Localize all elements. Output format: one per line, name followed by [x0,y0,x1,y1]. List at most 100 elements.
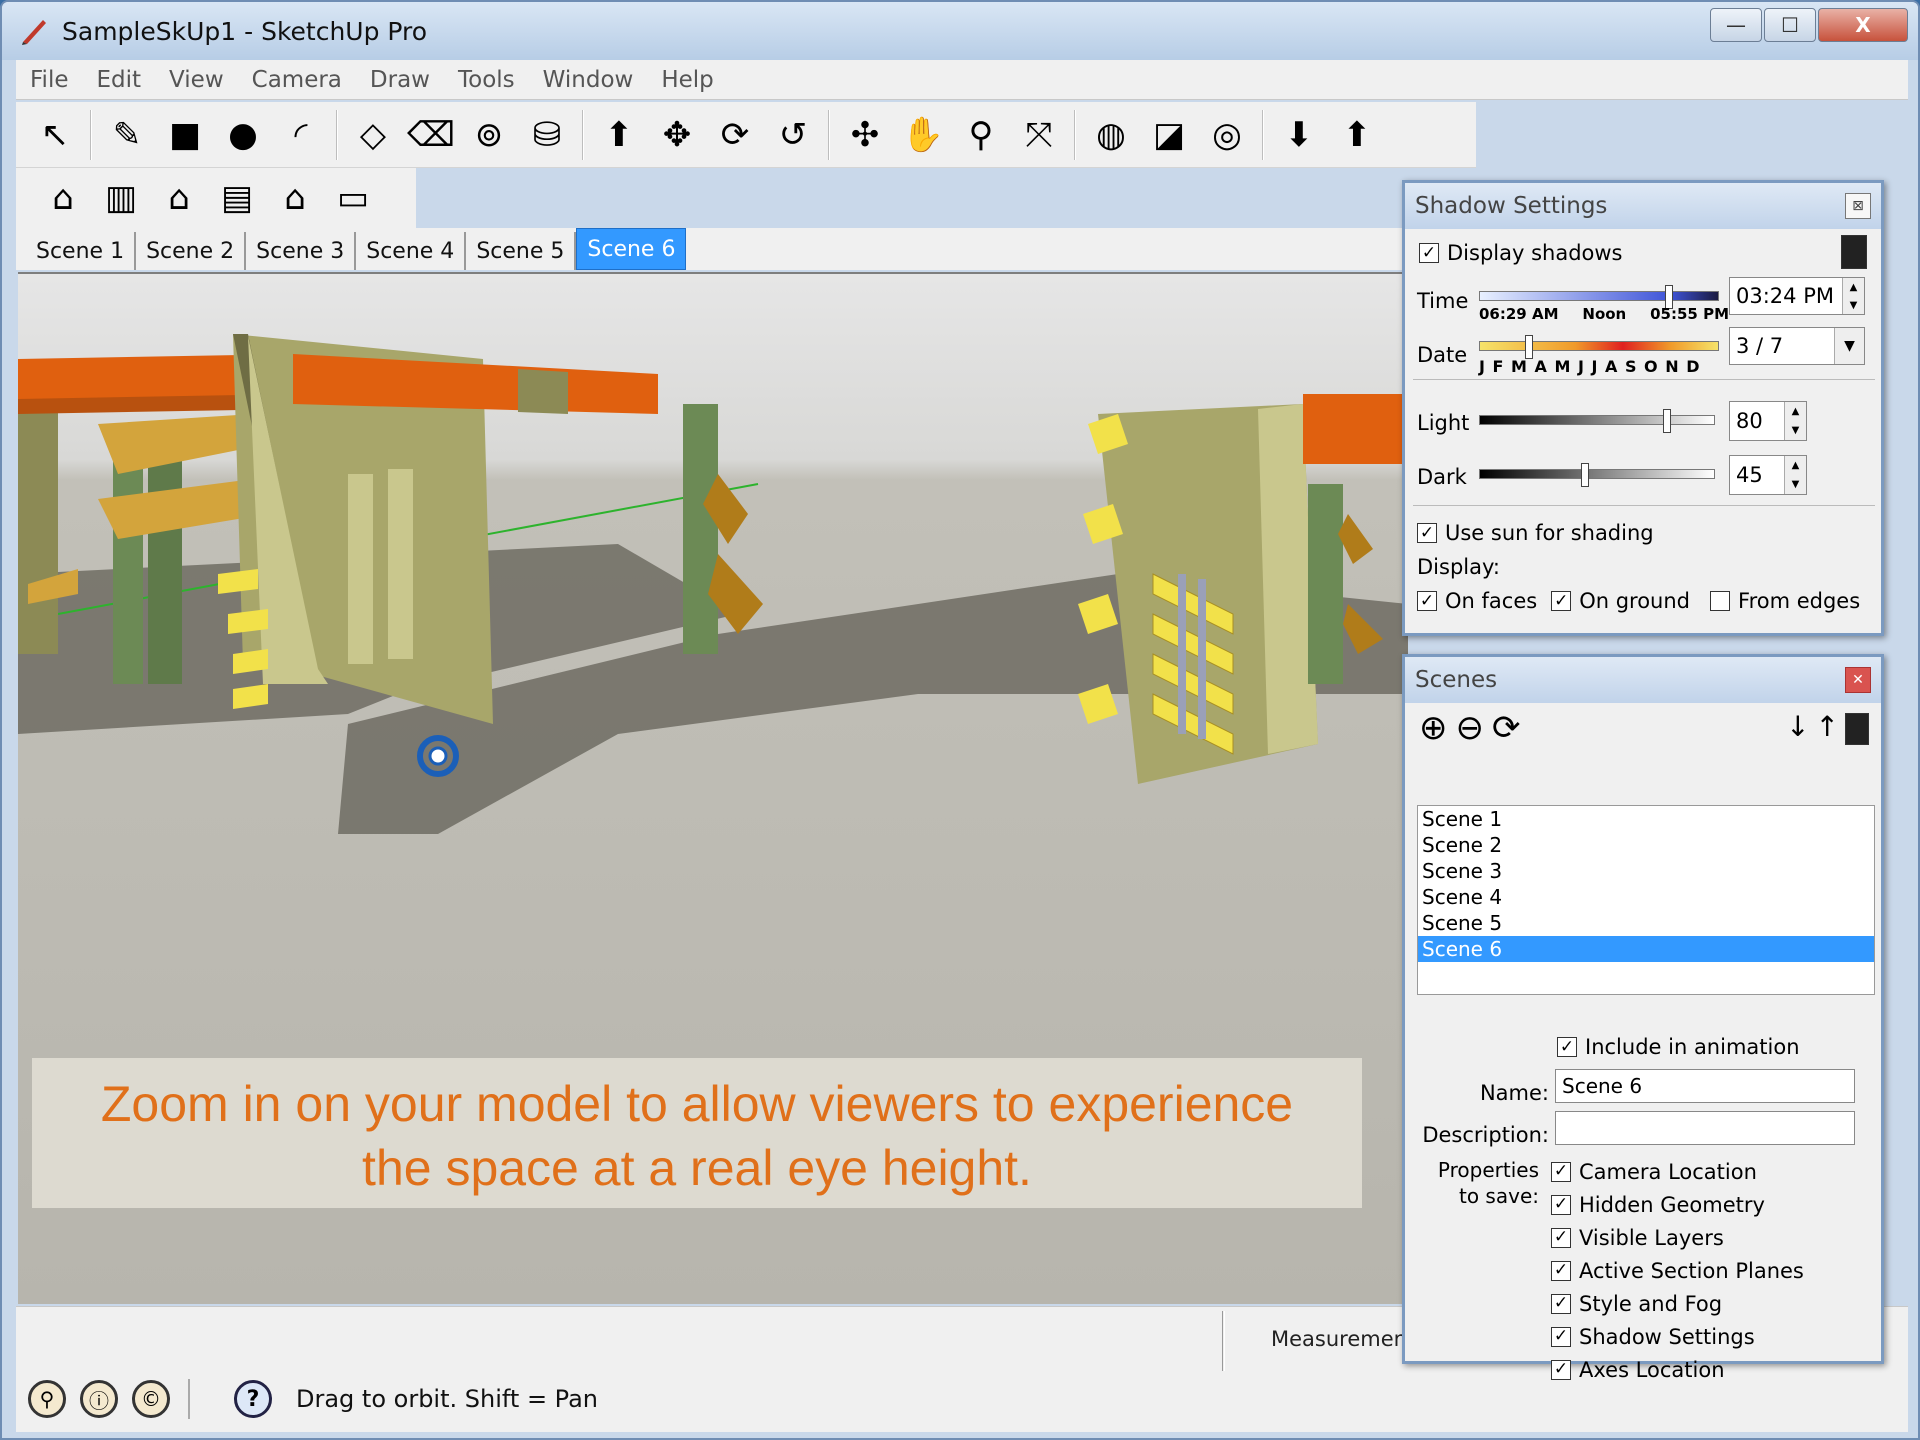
arc-tool-icon[interactable]: ◜ [272,106,330,164]
active-section-planes-checkbox[interactable]: ✓ [1551,1260,1571,1281]
orbit-tool-icon[interactable]: ✣ [836,106,894,164]
time-slider-track[interactable] [1479,291,1719,301]
time-spinner[interactable]: ▲ ▼ [1842,278,1864,314]
zoom-extents-icon[interactable]: ⤧ [1010,106,1068,164]
date-slider-track[interactable] [1479,341,1719,351]
paint-bucket-icon[interactable]: ⛁ [518,106,576,164]
earth-icon[interactable]: ◎ [1198,106,1256,164]
scenes-panel-close-icon[interactable]: ✕ [1845,667,1871,693]
toolbar-separator [828,109,830,160]
scene-description-input[interactable] [1555,1111,1855,1145]
date-slider-thumb[interactable] [1525,335,1533,359]
dark-spinner[interactable]: ▲ ▼ [1784,456,1806,494]
style-and-fog-checkbox[interactable]: ✓ [1551,1293,1571,1314]
share-component-icon[interactable]: ⬆ [1328,106,1386,164]
dark-field[interactable]: 45 ▲ ▼ [1729,455,1807,495]
menu-camera[interactable]: Camera [238,67,356,93]
left-view-icon[interactable]: ▭ [324,169,382,227]
add-scene-icon[interactable]: ⊕ [1419,711,1448,745]
menu-tools[interactable]: Tools [444,67,529,93]
push-pull-icon[interactable]: ⬆ [590,106,648,164]
list-item[interactable]: Scene 1 [1418,806,1874,832]
front-view-icon[interactable]: ⌂ [150,169,208,227]
move-scene-down-icon[interactable]: ↓ [1786,713,1809,745]
tape-measure-icon[interactable]: ⊚ [460,106,518,164]
from-edges-checkbox[interactable] [1710,591,1731,611]
iso-view-icon[interactable]: ⌂ [34,169,92,227]
visible-layers-checkbox[interactable]: ✓ [1551,1227,1571,1248]
menu-file[interactable]: File [16,67,83,93]
menu-edit[interactable]: Edit [83,67,156,93]
tab-scene-4[interactable]: Scene 4 [356,232,467,270]
update-scene-icon[interactable]: ⟳ [1492,711,1521,745]
chevron-down-icon[interactable]: ▼ [1834,328,1864,364]
get-models-icon[interactable]: ◍ [1082,106,1140,164]
list-item-selected[interactable]: Scene 6 [1418,936,1874,962]
camera-location-checkbox[interactable]: ✓ [1551,1161,1571,1182]
back-view-icon[interactable]: ⌂ [266,169,324,227]
zoom-tool-icon[interactable]: ⚲ [952,106,1010,164]
scene-name-input[interactable]: Scene 6 [1555,1069,1855,1103]
tab-scene-1[interactable]: Scene 1 [26,232,137,270]
move-scene-up-icon[interactable]: ↑ [1816,713,1839,745]
shadow-panel-titlebar[interactable]: Shadow Settings ⊠ [1405,183,1881,229]
eraser-tool-icon[interactable]: ⌫ [402,106,460,164]
remove-scene-icon[interactable]: ⊖ [1456,711,1485,745]
offset-tool-icon[interactable]: ↺ [764,106,822,164]
scenes-panel-title: Scenes [1415,667,1498,693]
close-button[interactable]: X [1818,8,1908,42]
share-model-icon[interactable]: ◪ [1140,106,1198,164]
list-item[interactable]: Scene 3 [1418,858,1874,884]
list-item[interactable]: Scene 2 [1418,832,1874,858]
hidden-geometry-checkbox[interactable]: ✓ [1551,1194,1571,1215]
tab-scene-6[interactable]: Scene 6 [576,228,687,270]
collapse-details-icon[interactable] [1841,235,1867,269]
on-ground-checkbox[interactable]: ✓ [1551,591,1572,611]
rotate-tool-icon[interactable]: ⟳ [706,106,764,164]
menu-window[interactable]: Window [529,67,648,93]
maximize-button[interactable]: ☐ [1764,8,1816,42]
select-tool-icon[interactable]: ↖ [26,106,84,164]
on-ground-label: On ground [1579,589,1691,613]
light-slider-thumb[interactable] [1663,409,1671,433]
menu-help[interactable]: Help [647,67,727,93]
rectangle-tool-icon[interactable]: ■ [156,106,214,164]
dark-slider-thumb[interactable] [1581,463,1589,487]
tab-scene-5[interactable]: Scene 5 [466,232,577,270]
shadow-settings-checkbox[interactable]: ✓ [1551,1326,1571,1347]
help-icon[interactable]: ? [234,1380,272,1418]
menu-view[interactable]: View [155,67,238,93]
light-field[interactable]: 80 ▲ ▼ [1729,401,1807,441]
tab-scene-2[interactable]: Scene 2 [136,232,247,270]
license-icon[interactable]: © [132,1380,170,1418]
dark-slider-track[interactable] [1479,469,1715,479]
circle-tool-icon[interactable]: ● [214,106,272,164]
light-spinner[interactable]: ▲ ▼ [1784,402,1806,440]
top-view-icon[interactable]: ▥ [92,169,150,227]
list-item[interactable]: Scene 5 [1418,910,1874,936]
make-component-icon[interactable]: ◇ [344,106,402,164]
hide-details-icon[interactable] [1845,713,1869,745]
geo-location-icon[interactable]: ⚲ [28,1380,66,1418]
move-tool-icon[interactable]: ✥ [648,106,706,164]
right-view-icon[interactable]: ▤ [208,169,266,227]
on-faces-checkbox[interactable]: ✓ [1417,591,1437,611]
tab-scene-3[interactable]: Scene 3 [246,232,357,270]
axes-location-checkbox[interactable]: ✓ [1551,1359,1571,1380]
include-animation-checkbox[interactable]: ✓ [1557,1037,1577,1057]
pan-tool-icon[interactable]: ✋ [894,106,952,164]
shadow-panel-close-icon[interactable]: ⊠ [1845,193,1871,219]
time-field[interactable]: 03:24 PM ▲ ▼ [1729,277,1865,315]
credits-icon[interactable]: ⓘ [80,1380,118,1418]
menu-draw[interactable]: Draw [356,67,444,93]
title-bar[interactable]: SampleSkUp1 - SketchUp Pro — ☐ X [2,2,1918,60]
display-shadows-checkbox[interactable]: ✓ [1419,243,1439,263]
list-item[interactable]: Scene 4 [1418,884,1874,910]
light-slider-track[interactable] [1479,415,1715,425]
pencil-tool-icon[interactable]: ✎ [98,106,156,164]
use-sun-checkbox[interactable]: ✓ [1417,523,1437,543]
scenes-panel-titlebar[interactable]: Scenes ✕ [1405,657,1881,703]
minimize-button[interactable]: — [1710,8,1762,42]
get-components-icon[interactable]: ⬇ [1270,106,1328,164]
date-dropdown[interactable]: 3 / 7 ▼ [1729,327,1865,365]
